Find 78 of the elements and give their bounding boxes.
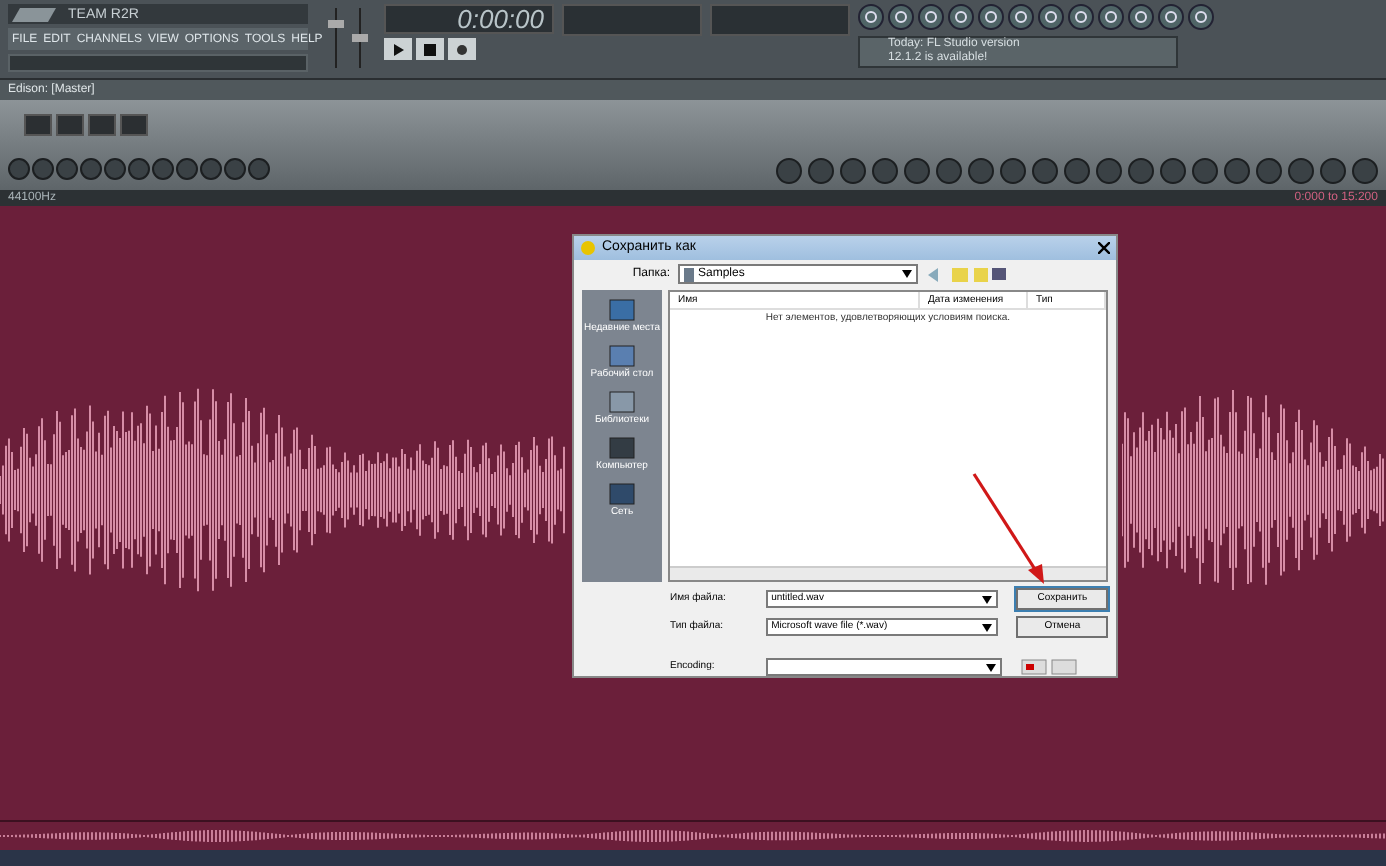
toolbar-button[interactable] (918, 4, 944, 30)
toolbar-button[interactable] (978, 4, 1004, 30)
dropdown-arrow-icon (982, 623, 993, 631)
toolbar-button[interactable] (1128, 4, 1154, 30)
tool-button[interactable] (1320, 158, 1346, 184)
ring-icon (1134, 10, 1148, 24)
navigation-icons-drawing (926, 265, 1006, 284)
toolbar-button[interactable] (1068, 4, 1094, 30)
place-icon (607, 343, 636, 368)
tool-button[interactable] (128, 158, 150, 180)
logo-icon (8, 5, 60, 23)
dropdown[interactable] (766, 658, 1002, 676)
tool-button[interactable] (8, 158, 30, 180)
toolbar-button[interactable] (1038, 4, 1064, 30)
tool-button[interactable] (248, 158, 270, 180)
tool-button[interactable] (872, 158, 898, 184)
place-icon (608, 297, 636, 322)
stop-icon (424, 43, 436, 55)
dropdown-arrow-icon (982, 595, 993, 603)
tool-button[interactable] (1352, 158, 1378, 184)
toolbar-button[interactable] (948, 4, 974, 30)
tool-button[interactable] (224, 158, 246, 180)
ring-icon (864, 10, 878, 24)
tool-button[interactable] (840, 158, 866, 184)
play-button[interactable] (384, 38, 412, 60)
place-icon (607, 435, 636, 460)
app-icon (580, 239, 596, 256)
tool-button[interactable] (1224, 158, 1250, 184)
close-icon[interactable] (1098, 241, 1110, 254)
tool-button[interactable] (200, 158, 222, 180)
tool-button[interactable] (1064, 158, 1090, 184)
tool-button[interactable] (1288, 158, 1314, 184)
ring-icon (1044, 10, 1058, 24)
ring-icon (1014, 10, 1028, 24)
tool-button[interactable] (104, 158, 126, 180)
tool-button[interactable] (776, 158, 802, 184)
dropdown-arrow-icon (986, 663, 996, 671)
toolbar-button[interactable] (1158, 4, 1184, 30)
toolbar-button[interactable] (1008, 4, 1034, 30)
tool-button[interactable] (904, 158, 930, 184)
toolbar-button[interactable] (1188, 4, 1214, 30)
tool-button[interactable] (176, 158, 198, 180)
tool-button[interactable] (968, 158, 994, 184)
tool-button[interactable] (32, 158, 54, 180)
stop-button[interactable] (416, 38, 444, 60)
tool-button[interactable] (152, 158, 174, 180)
record-button[interactable] (448, 38, 476, 60)
ring-icon (924, 10, 938, 24)
toolbar-button[interactable] (1098, 4, 1124, 30)
tool-button[interactable] (1128, 158, 1154, 184)
ring-icon (1104, 10, 1118, 24)
ring-icon (1074, 10, 1088, 24)
play-icon (392, 43, 404, 55)
ring-icon (894, 10, 908, 24)
tool-button[interactable] (808, 158, 834, 184)
tool-button[interactable] (1096, 158, 1122, 184)
tool-button[interactable] (1192, 158, 1218, 184)
toolbar-button[interactable] (858, 4, 884, 30)
tool-button[interactable] (936, 158, 962, 184)
tool-button[interactable] (56, 158, 78, 180)
ring-icon (1164, 10, 1178, 24)
tool-button[interactable] (1032, 158, 1058, 184)
record-icon (456, 43, 468, 55)
place-icon (608, 481, 636, 506)
horizontal-scrollbar[interactable] (670, 566, 1106, 580)
tool-button[interactable] (1160, 158, 1186, 184)
ring-icon (1194, 10, 1208, 24)
dropdown-arrow-icon (902, 270, 912, 279)
tool-button[interactable] (80, 158, 102, 180)
time-display: 0:00:00 (384, 4, 554, 34)
ring-icon (984, 10, 998, 24)
toolbar-button[interactable] (888, 4, 914, 30)
ring-icon (954, 10, 968, 24)
arrow-drawing (970, 470, 1050, 586)
tool-button[interactable] (1256, 158, 1282, 184)
folder-icon (684, 267, 694, 282)
tool-button[interactable] (1000, 158, 1026, 184)
place-icon (608, 389, 636, 414)
